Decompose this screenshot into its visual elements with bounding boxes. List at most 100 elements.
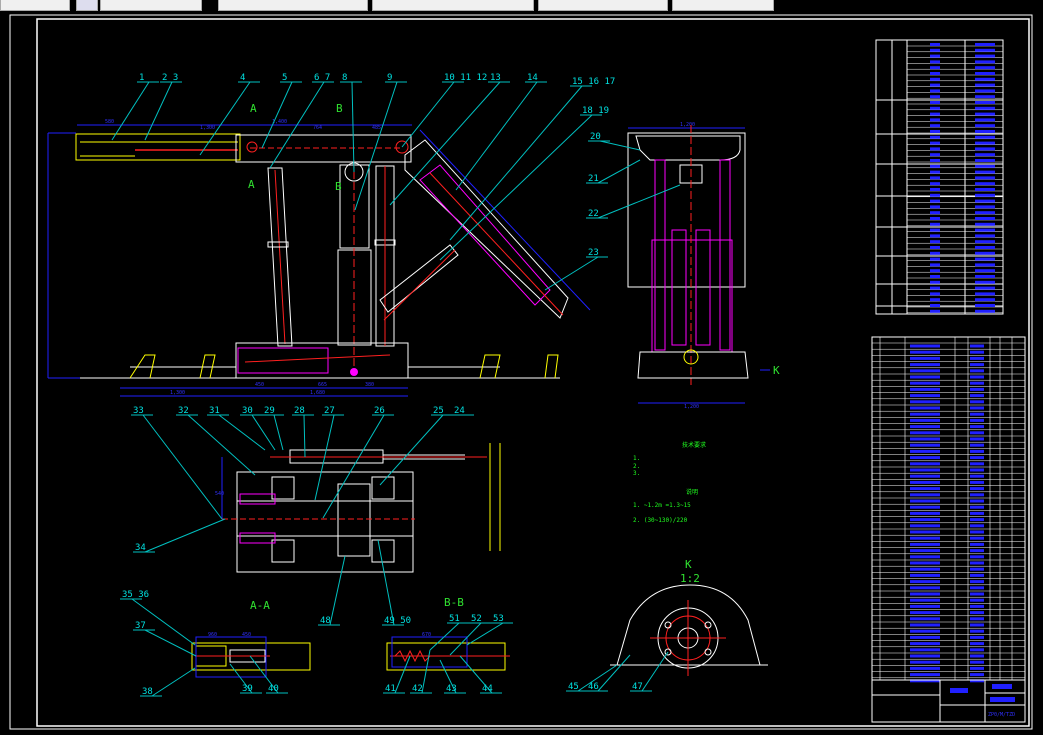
dimension-text: 1,200 [680,122,695,128]
part-number-label: 43 [446,684,457,694]
leader-line [597,184,681,219]
cad-drawing-canvas[interactable]: 580 1,300 1,400 764 485 1,300 1,680 665 … [0,0,1043,735]
dimension-text: 1,300 [200,125,215,131]
part-number-label: 47 [632,682,643,692]
part-number-label: 42 [412,684,423,694]
part-number-label: 24 [454,406,465,416]
part-number-label: 1 [139,73,144,83]
leader-line [144,629,197,657]
leader-line [401,81,455,148]
dimension-text: 665 [318,382,327,388]
part-number-label: 52 [471,614,482,624]
dimension-text: 1,200 [684,404,699,410]
support-cylinder [379,244,459,313]
leader-line [455,81,538,191]
leader-line [322,414,385,519]
part-number-label: 6 7 [314,73,330,83]
part-number-label: 37 [135,621,146,631]
leader-line [144,81,173,141]
leader-line [151,667,196,697]
leader-line [377,539,395,626]
leader-line [597,159,641,184]
part-callouts: 12 3456 7 8 9 10 11 12 13 14 15 16 1718 192021… [111,73,681,697]
section-marker: B [336,102,343,115]
dimension-text: 960 [208,632,217,638]
dimension-text: 670 [422,632,431,638]
part-number-label: 28 [294,406,305,416]
main-side-view: 580 1,300 1,400 764 485 1,300 1,680 665 … [47,119,591,397]
note-line: 2. (30~130)/220 [633,517,688,524]
dimension-text: 450 [242,632,251,638]
swing-arm [404,139,569,319]
leader-line [144,518,226,553]
notes-heading: 技术要求 [682,441,706,449]
part-number-label: 40 [268,684,279,694]
part-number-label: 30 [242,406,253,416]
section-marker: B [335,180,342,193]
note-line: 1. [633,455,640,462]
part-number-label: 32 [178,406,189,416]
leader-line [329,555,346,626]
part-number-label: 45 [568,682,579,692]
parts-list-table [871,336,1026,723]
view-marker: K [773,364,780,377]
leader-line [251,414,276,451]
leader-line [303,414,306,458]
part-number-label: 29 [264,406,275,416]
part-number-label: 23 [588,248,599,258]
dimension-text: 540 [215,491,224,497]
part-number-label: 34 [135,543,146,553]
part-number-label: 35 36 [122,590,149,600]
part-number-label: 39 [242,684,253,694]
leader-line [199,81,251,156]
dimension-text: 1,300 [170,390,185,396]
note-line: 3. [633,470,640,477]
part-number-label: 15 16 17 [572,77,615,87]
note-line: 1. ~1.2m =1.3~15 [633,502,691,509]
front-view: 1,200 1,200 [627,122,770,410]
leader-line [599,140,641,151]
view-label: K [685,558,692,571]
part-number-label: 44 [482,684,493,694]
part-number-label: 41 [385,684,396,694]
part-number-label: 2 3 [162,73,178,83]
part-number-label: 27 [324,406,335,416]
part-number-label: 18 19 [582,106,609,116]
section-marker: A [248,178,255,191]
section-a-a: 960 450 [191,632,311,678]
part-number-label: 13 [490,73,501,83]
dimension-text: 485 [372,125,381,131]
part-number-label: 51 [449,614,460,624]
part-number-label: 5 [282,73,287,83]
part-number-label: 4 [240,73,245,83]
leader-line [439,114,593,261]
leader-line [218,414,266,451]
plan-view: 540 [215,443,501,573]
technical-notes: 技术要求 1. 2. 3. 说明 1. ~1.2m =1.3~15 2. (30… [633,441,706,524]
part-number-label: 14 [527,73,538,83]
dimension-text: 450 [255,382,264,388]
leader-line [449,85,583,241]
dimension-text: 764 [313,125,322,131]
leader-line [273,414,284,451]
section-marker: A [250,102,257,115]
part-number-label: 22 [588,209,599,219]
dimension-text: 380 [365,382,374,388]
leader-line [597,654,631,692]
plan-frame [236,471,414,573]
part-number-label: 10 11 12 [444,73,487,83]
section-label: A-A [250,599,270,612]
part-number-label: 38 [142,687,153,697]
leader-line [379,414,444,486]
part-number-label: 46 [588,682,599,692]
part-number-label: 53 [493,614,504,624]
scale-label: 1:2 [680,572,700,585]
part-number-label: 26 [374,406,385,416]
part-number-label: 33 [133,406,144,416]
leader-line [641,651,669,692]
leader-line [142,414,223,520]
leader-line [394,655,411,694]
part-number-label: 48 [320,616,331,626]
parts-list-border [871,336,1026,723]
note-line: 2. [633,463,640,470]
